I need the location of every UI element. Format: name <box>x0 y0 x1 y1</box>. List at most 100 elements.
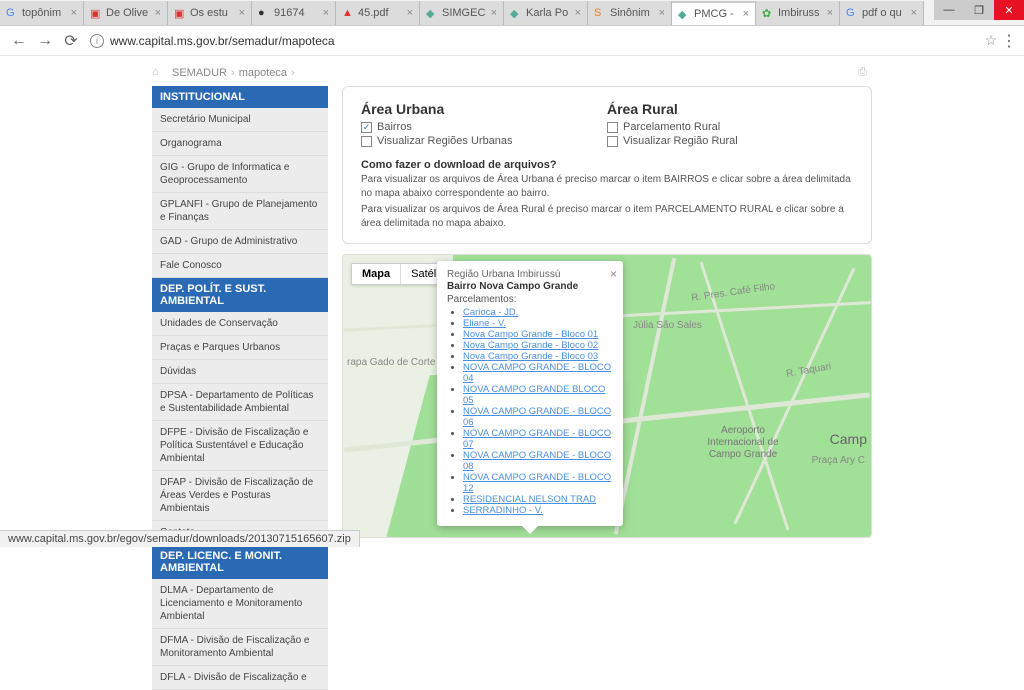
list-item: SERRADINHO - V. <box>463 505 613 516</box>
list-item: NOVA CAMPO GRANDE BLOCO 05 <box>463 384 613 406</box>
parcelamento-link[interactable]: Eliane - V. <box>463 318 506 329</box>
parcelamento-link[interactable]: Nova Campo Grande - Bloco 03 <box>463 351 598 362</box>
tab-close-icon[interactable]: × <box>659 7 665 19</box>
chevron-icon: › <box>231 67 235 79</box>
tab-label: 45.pdf <box>358 7 405 19</box>
rural-title: Área Rural <box>607 101 853 117</box>
sidebar-item[interactable]: DLMA - Departamento de Licenciamento e M… <box>152 579 328 629</box>
parcelamento-link[interactable]: NOVA CAMPO GRANDE - BLOCO 06 <box>463 406 611 428</box>
sidebar-item[interactable]: Unidades de Conservação <box>152 312 328 336</box>
sidebar-item[interactable]: DFLA - Divisão de Fiscalização e <box>152 666 328 690</box>
favicon-icon: ✿ <box>762 7 774 19</box>
tab-close-icon[interactable]: × <box>239 7 245 19</box>
tab-close-icon[interactable]: × <box>155 7 161 19</box>
info-tail <box>522 526 538 534</box>
sidebar-header-institucional: INSTITUCIONAL <box>152 86 328 108</box>
sidebar-item[interactable]: DPSA - Departamento de Políticas e Suste… <box>152 384 328 421</box>
sidebar-item[interactable]: DFAP - Divisão de Fiscalização de Áreas … <box>152 471 328 521</box>
browser-tab[interactable]: ▣De Olive× <box>84 1 168 25</box>
browser-tab[interactable]: SSinônim× <box>588 1 672 25</box>
reload-button[interactable]: ⟳ <box>58 28 84 54</box>
tab-close-icon[interactable]: × <box>575 7 581 19</box>
browser-tab[interactable]: ▲45.pdf× <box>336 1 420 25</box>
parcelamento-link[interactable]: SERRADINHO - V. <box>463 505 543 516</box>
tab-close-icon[interactable]: × <box>407 7 413 19</box>
browser-tab[interactable]: ◆PMCG -× <box>672 1 756 25</box>
browser-tab[interactable]: Gtopônim× <box>0 1 84 25</box>
url-text: www.capital.ms.gov.br/semadur/mapoteca <box>110 34 335 48</box>
browser-tab[interactable]: ●91674× <box>252 1 336 25</box>
window-minimize[interactable]: — <box>934 0 964 20</box>
tab-close-icon[interactable]: × <box>491 7 497 19</box>
parcelamento-link[interactable]: NOVA CAMPO GRANDE - BLOCO 07 <box>463 428 611 450</box>
tab-close-icon[interactable]: × <box>827 7 833 19</box>
list-item: Nova Campo Grande - Bloco 02 <box>463 340 613 351</box>
window-close[interactable]: ✕ <box>994 0 1024 20</box>
sidebar-item[interactable]: Secretário Municipal <box>152 108 328 132</box>
sidebar-item[interactable]: GAD - Grupo de Administrativo <box>152 230 328 254</box>
checkbox-bairros[interactable]: ✓ <box>361 122 372 133</box>
sidebar-item[interactable]: GIG - Grupo de Informatica e Geoprocessa… <box>152 156 328 193</box>
sidebar-item[interactable]: Organograma <box>152 132 328 156</box>
tab-close-icon[interactable]: × <box>71 7 77 19</box>
sidebar-header-dep-licenc: DEP. LICENC. E MONIT. AMBIENTAL <box>152 545 328 579</box>
chevron-icon: › <box>291 67 295 79</box>
print-icon[interactable]: ⎙ <box>858 66 872 80</box>
tab-label: De Olive <box>106 7 153 19</box>
browser-tab[interactable]: ◆SIMGEC× <box>420 1 504 25</box>
list-item: NOVA CAMPO GRANDE - BLOCO 07 <box>463 428 613 450</box>
browser-tab[interactable]: Gpdf o qu× <box>840 1 924 25</box>
favicon-icon: ◆ <box>678 8 690 20</box>
browser-tab[interactable]: ✿Imbiruss× <box>756 1 840 25</box>
browser-tab[interactable]: ▣Os estu× <box>168 1 252 25</box>
tab-label: Sinônim <box>610 7 657 19</box>
info-icon[interactable]: i <box>90 34 104 48</box>
list-item: RESIDENCIAL NELSON TRAD <box>463 494 613 505</box>
parcelamento-link[interactable]: RESIDENCIAL NELSON TRAD <box>463 494 596 505</box>
url-input[interactable]: i www.capital.ms.gov.br/semadur/mapoteca <box>90 34 976 48</box>
home-icon[interactable]: ⌂ <box>152 66 166 80</box>
tab-close-icon[interactable]: × <box>323 7 329 19</box>
window-maximize[interactable]: ❐ <box>964 0 994 20</box>
sidebar-item[interactable]: DFPE - Divisão de Fiscalização e Polític… <box>152 421 328 471</box>
parcelamento-link[interactable]: NOVA CAMPO GRANDE - BLOCO 12 <box>463 472 611 494</box>
forward-button[interactable]: → <box>32 28 58 54</box>
tab-bar: Gtopônim×▣De Olive×▣Os estu×●91674×▲45.p… <box>0 0 1024 26</box>
sidebar-item[interactable]: DFMA - Divisão de Fiscalização e Monitor… <box>152 629 328 666</box>
help-question: Como fazer o download de arquivos? <box>361 159 853 171</box>
map-label: Júlia São Sales <box>633 320 702 331</box>
sidebar-item[interactable]: Fale Conosco <box>152 254 328 278</box>
map-canvas[interactable]: rapa Gado de Corte Júlia São Sales R. Pr… <box>342 254 872 538</box>
checkbox-regioes[interactable] <box>361 136 372 147</box>
tab-label: Os estu <box>190 7 237 19</box>
parcelamento-link[interactable]: NOVA CAMPO GRANDE BLOCO 05 <box>463 384 605 406</box>
parcelamento-link[interactable]: Nova Campo Grande - Bloco 01 <box>463 329 598 340</box>
list-item: NOVA CAMPO GRANDE - BLOCO 04 <box>463 362 613 384</box>
checkbox-regiao-rural[interactable] <box>607 136 618 147</box>
parcelamento-link[interactable]: Carioca - JD. <box>463 307 518 318</box>
checkbox-parcelamento[interactable] <box>607 122 618 133</box>
crumb-mapoteca[interactable]: mapoteca <box>239 67 287 79</box>
sidebar-item[interactable]: Praças e Parques Urbanos <box>152 336 328 360</box>
tab-label: topônim <box>22 7 69 19</box>
map-type-map[interactable]: Mapa <box>352 264 401 284</box>
parcelamento-link[interactable]: NOVA CAMPO GRANDE - BLOCO 08 <box>463 450 611 472</box>
sidebar-item[interactable]: Dúvidas <box>152 360 328 384</box>
label-regioes: Visualizar Regiões Urbanas <box>377 135 513 147</box>
back-button[interactable]: ← <box>6 28 32 54</box>
parcelamento-link[interactable]: NOVA CAMPO GRANDE - BLOCO 04 <box>463 362 611 384</box>
urban-title: Área Urbana <box>361 101 607 117</box>
bookmark-icon[interactable]: ☆ <box>982 32 1000 49</box>
parcelamento-link[interactable]: Nova Campo Grande - Bloco 02 <box>463 340 598 351</box>
close-icon[interactable]: × <box>610 267 617 281</box>
favicon-icon: ◆ <box>426 7 438 19</box>
tab-close-icon[interactable]: × <box>743 8 749 20</box>
browser-tab[interactable]: ◆Karla Po× <box>504 1 588 25</box>
crumb-semadur[interactable]: SEMADUR <box>172 67 227 79</box>
menu-icon[interactable]: ⋮ <box>1000 31 1018 51</box>
tab-close-icon[interactable]: × <box>911 7 917 19</box>
address-bar: ← → ⟳ i www.capital.ms.gov.br/semadur/ma… <box>0 26 1024 56</box>
favicon-icon: ● <box>258 7 270 19</box>
sidebar-item[interactable]: GPLANFI - Grupo de Planejamento e Finanç… <box>152 193 328 230</box>
breadcrumb: ⌂ SEMADUR › mapoteca › ⎙ <box>152 66 872 80</box>
